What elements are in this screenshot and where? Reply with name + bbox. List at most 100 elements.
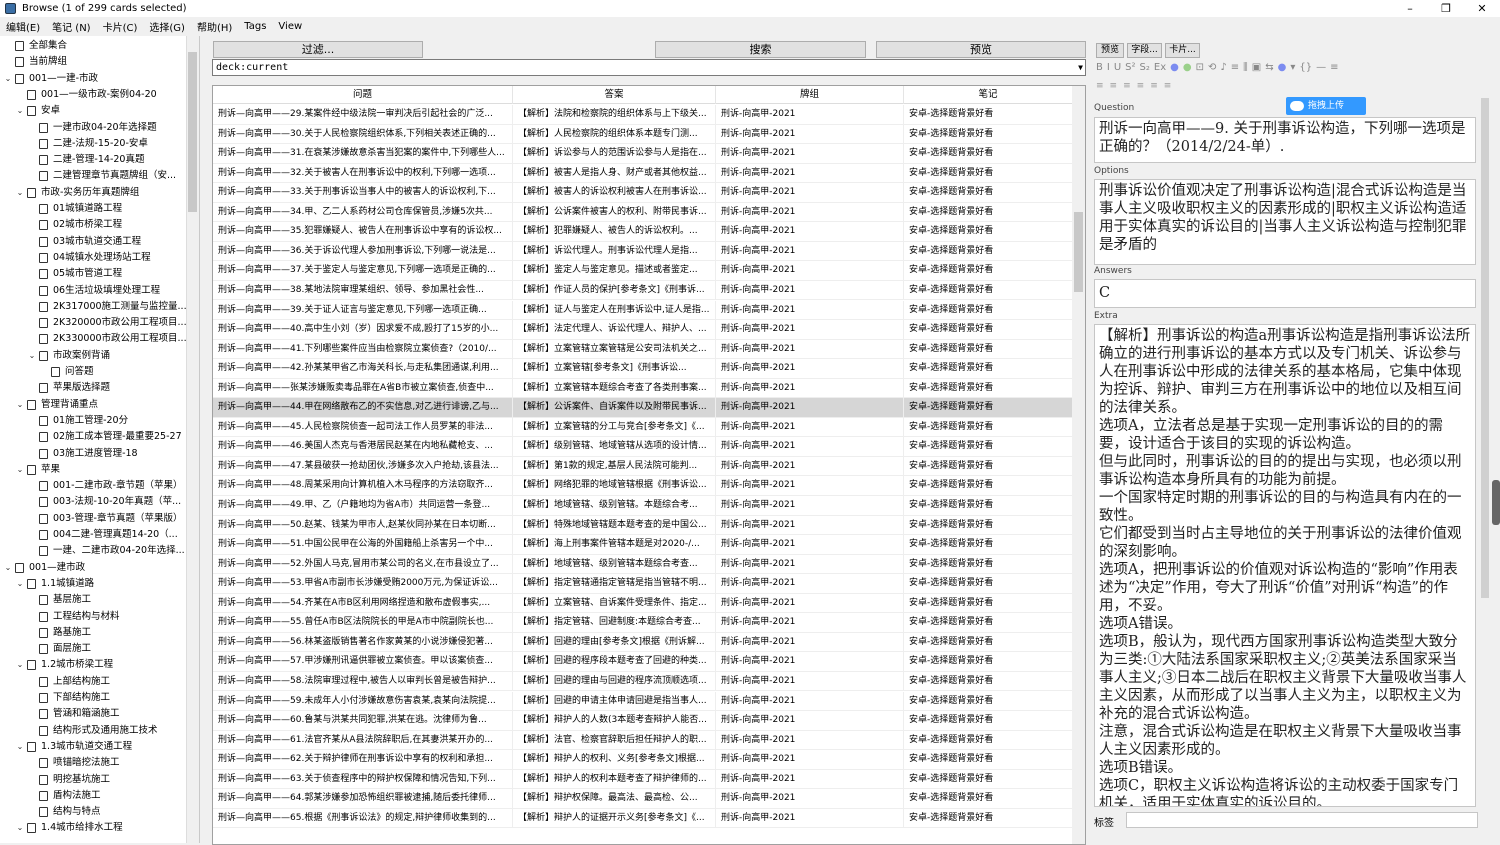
chevron-down-icon[interactable]: ⌄ [15, 657, 25, 673]
sidebar-deck-item[interactable]: ⌄ 1.3城市轨道交通工程 [15, 739, 132, 755]
table-row[interactable]: 刑诉—向高甲——52.外国人马克,冒用市某公司的名义,在市县设立了... 【解析】… [213, 554, 1073, 575]
extra-field[interactable]: 【解析】刑事诉讼的构造a刑事诉讼构造是指刑事诉讼法所确立的进行刑事诉讼的基本方式… [1094, 324, 1476, 807]
sidebar-deck-item[interactable]: ⌄ 001—建市政 [3, 560, 85, 576]
answers-field[interactable]: C [1094, 279, 1476, 308]
chevron-down-icon[interactable]: ⌄ [3, 560, 13, 576]
table-row[interactable]: 刑诉—向高甲——36.关于诉讼代理人参加刑事诉讼,下列哪一说法是... 【解析】诉… [213, 241, 1073, 262]
menu-help[interactable]: 帮助(H) [197, 19, 232, 34]
outdent-icon[interactable]: ≡ [1164, 81, 1172, 93]
filter-button[interactable]: 过滤... [213, 41, 423, 58]
table-row[interactable]: 刑诉—向高甲——51.中国公民甲在公海的外国籍船上杀害另一个中... 【解析】海上… [213, 535, 1073, 555]
sidebar-deck-item[interactable]: 01城镇道路工程 [27, 201, 122, 217]
table-row[interactable]: 刑诉—向高甲——53.甲省A市副市长涉嫌受贿2000万元,为保证诉讼... 【解析… [213, 574, 1073, 594]
editor-scroll-thumb[interactable] [1481, 98, 1489, 598]
window-edge-handle[interactable] [1492, 480, 1500, 525]
format-tool-icon[interactable]: I [1107, 62, 1110, 76]
format-tool-icon[interactable]: ▣ [1252, 62, 1261, 76]
sidebar-deck-item[interactable]: ⌄ 1.2城市桥梁工程 [15, 657, 113, 673]
preview-button[interactable]: 预览 [876, 41, 1086, 58]
table-row[interactable]: 刑诉—向高甲——31.在衰某涉嫌故意杀害当犯案的案件中,下列哪些人... 【解析】… [213, 144, 1073, 164]
sidebar-deck-item[interactable]: 苹果版选择题 [27, 380, 110, 396]
sidebar-deck-item[interactable]: 03城市轨道交通工程 [27, 234, 141, 250]
sidebar-deck-item[interactable]: ⌄ 苹果 [15, 462, 60, 478]
sidebar-deck-item[interactable]: 003-法规-10-20年真题（苹... [27, 494, 181, 510]
table-row[interactable]: 刑诉—向高甲——49.甲、乙（户籍地均为省A市）共同运营一条登... 【解析】地域… [213, 496, 1073, 516]
chevron-down-icon[interactable]: ⌄ [15, 397, 25, 413]
align-right-icon[interactable]: ≡ [1123, 81, 1131, 93]
chevron-down-icon[interactable]: ⌄ [15, 103, 25, 119]
sidebar-deck-item[interactable]: 04城镇水处理场站工程 [27, 250, 151, 266]
sidebar-deck-item[interactable]: 一建市政04-20年选择题 [27, 120, 157, 136]
format-tool-icon[interactable]: Ex [1154, 62, 1166, 76]
sidebar-deck-item[interactable]: ⌄ 001—一建-市政 [3, 71, 98, 87]
sidebar-deck-item[interactable]: 05城市管道工程 [27, 266, 122, 282]
preview-card-button[interactable]: 预览 [1096, 43, 1124, 58]
chevron-down-icon[interactable]: ▼ [1078, 60, 1083, 75]
sidebar-deck-item[interactable]: ⌄ 1.1城镇道路 [15, 576, 94, 592]
format-tool-icon[interactable]: {} [1299, 62, 1312, 76]
format-tool-icon[interactable]: ⫼ [1243, 62, 1248, 76]
column-header-deck[interactable]: 牌组 [716, 86, 904, 104]
table-row[interactable]: 刑诉—向高甲——61.法官齐某从A县法院辞职后,在其妻洪某开办的... 【解析】法… [213, 730, 1073, 751]
sidebar-deck-item[interactable]: 02施工成本管理-最重要25-27 [27, 429, 182, 445]
search-button[interactable]: 搜索 [655, 41, 866, 58]
format-tool-icon[interactable]: — [1316, 62, 1326, 76]
sidebar-deck-item[interactable]: 问答题 [39, 364, 94, 380]
format-tool-icon[interactable]: ● [1278, 62, 1287, 76]
table-row[interactable]: 刑诉—向高甲——30.关于人民检察院组织体系,下列相关表述正确的... 【解析】人… [213, 124, 1073, 145]
table-row[interactable]: 刑诉—向高甲——48.周某采用向计算机植入木马程序的方法窃取齐... 【解析】网络… [213, 476, 1073, 496]
format-tool-icon[interactable]: ⇆ [1265, 62, 1273, 76]
sidebar-deck-item[interactable]: ⌄ 管理背诵重点 [15, 397, 98, 413]
column-header-question[interactable]: 问题 [213, 86, 513, 104]
upload-button[interactable]: 拖拽上传 [1286, 97, 1366, 115]
chevron-down-icon[interactable]: ⌄ [27, 348, 37, 364]
sidebar-scroll-thumb[interactable] [188, 52, 197, 212]
table-row[interactable]: 刑诉—向高甲——45.人民检察院侦查一起司法工作人员罗某的非法... 【解析】立案… [213, 417, 1073, 438]
indent-icon[interactable]: ≡ [1150, 81, 1158, 93]
menu-cards[interactable]: 卡片(C) [103, 19, 138, 34]
format-tool-icon[interactable]: B [1096, 62, 1103, 76]
sidebar-deck-item[interactable]: 2K330000市政公用工程项目... [27, 331, 187, 347]
format-tool-icon[interactable]: ⟲ [1208, 62, 1216, 76]
sidebar-deck-item[interactable]: 下部结构施工 [27, 690, 110, 706]
column-header-note[interactable]: 笔记 [904, 86, 1073, 104]
sidebar-deck-item[interactable]: 001-二建市政-章节题（苹果） [27, 478, 183, 494]
table-row[interactable]: 刑诉—向高甲——63.关于侦查程序中的辩护权保障和情况告知,下列... 【解析】辩… [213, 769, 1073, 790]
table-row[interactable]: 刑诉—向高甲——42.孙某某甲省乙市海关科长,与走私集团通谋,利用... 【解析】… [213, 359, 1073, 379]
table-row[interactable]: 刑诉—向高甲——54.齐某在A市B区利用网络捏造和散布虚假事实,... 【解析】立… [213, 593, 1073, 614]
options-field[interactable]: 刑事诉讼价值观决定了刑事诉讼构造|混合式诉讼构造是当事人主义吸收职权主义的因素形… [1094, 179, 1476, 265]
table-row[interactable]: 刑诉—向高甲——39.关于证人证言与鉴定意见,下列哪一选项正确... 【解析】证人… [213, 300, 1073, 320]
sidebar-deck-item[interactable]: 06生活垃圾填埋处理工程 [27, 283, 160, 299]
sidebar-deck-item[interactable]: 二建-管理-14-20真题 [27, 152, 144, 168]
sidebar-deck-item[interactable]: 全部集合 [3, 38, 67, 54]
format-tool-icon[interactable]: ● [1183, 62, 1192, 76]
sidebar-deck-item[interactable]: 2K320000市政公用工程项目... [27, 315, 187, 331]
table-row[interactable]: 刑诉—向高甲——40.高中生小刘（岁）因求爱不成,殴打了15岁的小... 【解析】… [213, 320, 1073, 340]
chevron-down-icon[interactable]: ⌄ [15, 462, 25, 478]
chevron-down-icon[interactable]: ⌄ [15, 576, 25, 592]
menu-edit[interactable]: 编辑(E) [6, 19, 40, 34]
table-row[interactable]: 刑诉—向高甲——56.林某盗版销售著名作家黄某的小说涉嫌侵犯著... 【解析】回避… [213, 632, 1073, 653]
sidebar-deck-item[interactable]: 路基施工 [27, 625, 91, 641]
chevron-down-icon[interactable]: ⌄ [15, 185, 25, 201]
table-row[interactable]: 刑诉—向高甲——58.法院审理过程中,被告人以审判长曾是被告辩护... 【解析】回… [213, 671, 1073, 692]
format-tool-icon[interactable]: ● [1170, 62, 1179, 76]
table-row[interactable]: 刑诉—向高甲——46.美国人杰克与香港居民赵某在内地私藏枪支、... 【解析】级别… [213, 437, 1073, 457]
menu-select[interactable]: 选择(G) [149, 19, 185, 34]
chevron-down-icon[interactable]: ⌄ [15, 820, 25, 836]
table-row[interactable]: 刑诉—向高甲——50.赵某、钱某为甲市人,赵某伙同孙某在日本切断... 【解析】特… [213, 515, 1073, 536]
cards-button[interactable]: 卡片... [1165, 43, 1200, 58]
maximize-button[interactable]: ❐ [1428, 0, 1464, 17]
sidebar-deck-item[interactable]: 03施工进度管理-18 [27, 446, 138, 462]
chevron-down-icon[interactable]: ⌄ [3, 71, 13, 87]
table-row[interactable]: 刑诉—向高甲——34.甲、乙二人系药材公司仓库保管员,涉嫌5次共... 【解析】公… [213, 202, 1073, 223]
table-row[interactable]: 刑诉—向高甲——32.关于被害人在刑事诉讼中的权利,下列哪一选项... 【解析】被… [213, 163, 1073, 184]
format-tool-icon[interactable]: ▾ [1290, 62, 1295, 76]
sidebar-deck-item[interactable]: 结构形式及通用施工技术 [27, 723, 158, 739]
menu-notes[interactable]: 笔记 (N) [52, 19, 90, 34]
table-row[interactable]: 刑诉—向高甲——47.某县破获一抢劫团伙,涉嫌多次入户抢劫,该县法... 【解析】… [213, 456, 1073, 477]
menu-view[interactable]: View [278, 21, 302, 32]
format-tool-icon[interactable]: S² [1125, 62, 1135, 76]
table-row[interactable]: 刑诉—向高甲——65.根据《刑事诉讼法》的规定,辩护律师收集到的... 【解析】辩… [213, 808, 1073, 829]
sidebar-deck-item[interactable]: 二建-法规-15-20-安卓 [27, 136, 148, 152]
